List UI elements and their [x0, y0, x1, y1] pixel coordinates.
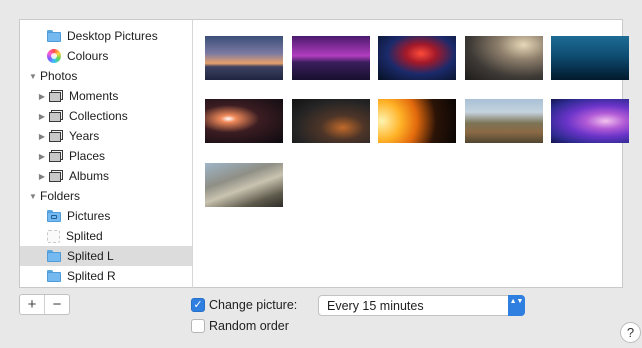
- sidebar-item-label: Collections: [69, 109, 128, 123]
- source-list[interactable]: Desktop Pictures Colours ▼ Photos ▶ Mome…: [19, 19, 192, 288]
- disclosure-open-icon[interactable]: ▼: [28, 72, 38, 81]
- color-wheel-icon: [47, 49, 61, 63]
- blank-folder-icon: [47, 229, 60, 243]
- sidebar-item-label: Splited R: [67, 269, 116, 283]
- thumb-sun-planets[interactable]: [378, 99, 456, 143]
- sidebar-group-label: Photos: [40, 69, 78, 83]
- disclosure-closed-icon[interactable]: ▶: [37, 112, 47, 121]
- sidebar-item-splited-r[interactable]: Splited R: [20, 266, 192, 286]
- interval-value: Every 15 minutes: [327, 299, 424, 313]
- help-button[interactable]: ?: [620, 322, 641, 343]
- folder-icon: [47, 249, 61, 263]
- disclosure-closed-icon[interactable]: ▶: [37, 92, 47, 101]
- folder-icon: [47, 269, 61, 283]
- popup-arrows-icon: ▲▼: [508, 295, 525, 316]
- sidebar-item-label: Pictures: [67, 209, 111, 223]
- sidebar-item-label: Splited L: [67, 249, 114, 263]
- sidebar-item-desktop-pictures[interactable]: Desktop Pictures: [20, 26, 192, 46]
- disclosure-closed-icon[interactable]: ▶: [37, 152, 47, 161]
- thumb-planet-flare[interactable]: [205, 99, 283, 143]
- sidebar-item-label: Splited: [66, 229, 103, 243]
- pictures-folder-icon: [47, 209, 61, 223]
- sidebar-group-label: Folders: [40, 189, 81, 203]
- sidebar-item-splited[interactable]: Splited: [20, 226, 192, 246]
- disclosure-closed-icon[interactable]: ▶: [37, 132, 47, 141]
- sidebar-item-moments[interactable]: ▶ Moments: [20, 86, 192, 106]
- change-picture-checkbox[interactable]: ✓: [191, 298, 205, 312]
- thumb-red-nebula[interactable]: [378, 36, 456, 80]
- interval-popup[interactable]: Every 15 minutes ▲▼: [318, 295, 525, 316]
- checkmark-icon: ✓: [193, 299, 203, 311]
- sidebar-item-collections[interactable]: ▶ Collections: [20, 106, 192, 126]
- thumb-purple-city[interactable]: [292, 36, 370, 80]
- photo-stack-icon: [49, 129, 63, 143]
- random-order-label: Random order: [209, 319, 289, 333]
- image-gallery[interactable]: [192, 19, 629, 288]
- add-remove-control: + −: [19, 294, 70, 315]
- add-folder-button[interactable]: +: [20, 295, 44, 314]
- sidebar-item-label: Colours: [67, 49, 109, 63]
- sidebar-item-pictures[interactable]: Pictures: [20, 206, 192, 226]
- change-picture-label: Change picture:: [209, 298, 298, 312]
- thumb-blue-underwater[interactable]: [551, 36, 629, 80]
- sidebar-item-splited-l[interactable]: Splited L: [20, 246, 192, 266]
- thumb-ruins-light[interactable]: [465, 36, 543, 80]
- photo-stack-icon: [49, 89, 63, 103]
- thumb-yosemite[interactable]: [205, 163, 283, 207]
- photo-stack-icon: [49, 109, 63, 123]
- sidebar-item-label: Years: [69, 129, 100, 143]
- sidebar-item-years[interactable]: ▶ Years: [20, 126, 192, 146]
- sidebar-item-places[interactable]: ▶ Places: [20, 146, 192, 166]
- sidebar-item-albums[interactable]: ▶ Albums: [20, 166, 192, 186]
- sidebar-item-label: Moments: [69, 89, 119, 103]
- sidebar-item-label: Desktop Pictures: [67, 29, 158, 43]
- sidebar-group-photos[interactable]: ▼ Photos: [20, 66, 192, 86]
- thumb-valley-trail[interactable]: [465, 99, 543, 143]
- thumb-purple-abstract[interactable]: [551, 99, 629, 143]
- thumb-dark-volcano[interactable]: [292, 99, 370, 143]
- photo-stack-icon: [49, 149, 63, 163]
- thumb-dusk-mountains[interactable]: [205, 36, 283, 80]
- sidebar-item-label: Places: [69, 149, 106, 163]
- sidebar-group-folders[interactable]: ▼ Folders: [20, 186, 192, 206]
- folder-icon: [47, 29, 61, 43]
- disclosure-closed-icon[interactable]: ▶: [37, 172, 47, 181]
- remove-folder-button[interactable]: −: [44, 295, 69, 314]
- sidebar-item-label: Albums: [69, 169, 110, 183]
- random-order-checkbox[interactable]: [191, 319, 205, 333]
- sidebar-item-colours[interactable]: Colours: [20, 46, 192, 66]
- disclosure-open-icon[interactable]: ▼: [28, 192, 38, 201]
- photo-stack-icon: [49, 169, 63, 183]
